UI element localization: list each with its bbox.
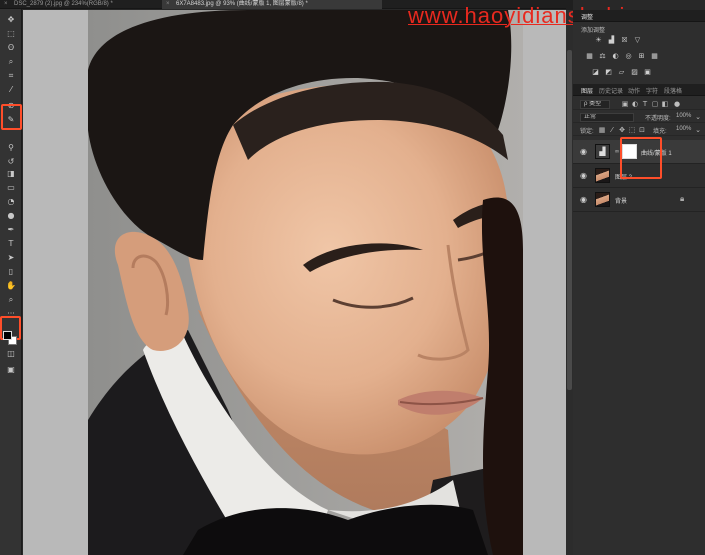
lock-paint-icon[interactable]: ⁄: [608, 126, 616, 134]
tab-character[interactable]: 字符: [646, 86, 658, 95]
blend-mode-select[interactable]: 正常: [580, 113, 634, 122]
eyedropper-tool[interactable]: ⁄: [4, 85, 18, 95]
close-tab-icon[interactable]: ×: [4, 0, 8, 8]
adjustment-icon[interactable]: ◎: [624, 52, 633, 60]
pixel-filter-icon[interactable]: ▣: [621, 100, 629, 108]
portrait-image: [88, 10, 523, 555]
adjustment-icon[interactable]: ▦: [650, 52, 659, 60]
lock-all-icon[interactable]: ⊡: [638, 126, 646, 134]
marquee-tool[interactable]: ⬚: [4, 29, 18, 39]
quick-mask-tool[interactable]: ◫: [4, 349, 18, 359]
adjustments-panel-header: 调整: [573, 10, 705, 22]
tab-paragraph[interactable]: 段落格: [664, 86, 682, 95]
layer-mask-highlight: [620, 137, 662, 179]
pen-tool[interactable]: ✒: [4, 225, 18, 235]
lock-pixels-icon[interactable]: ▦: [598, 126, 606, 134]
eraser-tool[interactable]: ◨: [4, 169, 18, 179]
tool-bar: ✥ ⬚ ʘ ⌕ ⌗ ⁄ ⊘ ✎ ⚲ ↺ ◨ ▭ ◔ ● ✒ T ➤ ▯ ✋ ⌕ ··· ◫ ▣: [0, 9, 22, 555]
lasso-tool[interactable]: ʘ: [4, 43, 18, 53]
opacity-label: 不透明度:: [645, 116, 671, 122]
layers-panel-header: 图层 历史记录 动作 字符 段落格: [573, 84, 705, 96]
history-brush-tool[interactable]: ↺: [4, 157, 18, 167]
adjustment-icon[interactable]: ◩: [604, 68, 613, 76]
lock-icon: 🔒︎: [680, 194, 685, 203]
adjustment-icon[interactable]: ▦: [585, 52, 594, 60]
smart-object-filter-icon[interactable]: ◧: [661, 100, 669, 108]
lock-position-icon[interactable]: ✥: [618, 126, 626, 134]
layer-name: 背景: [615, 199, 628, 205]
adjustment-icon[interactable]: ☒: [620, 36, 629, 44]
adjustment-icon[interactable]: ⊞: [637, 52, 646, 60]
visibility-eye-icon[interactable]: ◉: [580, 147, 587, 156]
canvas-area[interactable]: [23, 10, 566, 555]
hand-tool[interactable]: ✋: [4, 281, 18, 291]
gradient-tool[interactable]: ▭: [4, 183, 18, 193]
blur-tool[interactable]: ◔: [4, 197, 18, 207]
layer-thumbnail: [595, 192, 610, 207]
visibility-eye-icon[interactable]: ◉: [580, 195, 587, 204]
lock-row: 锁定: ▦ ⁄ ✥ ⬚ ⊡ 填充: 100% ⌄: [573, 124, 705, 136]
path-select-tool[interactable]: ➤: [4, 253, 18, 263]
type-tool[interactable]: T: [4, 239, 18, 249]
visibility-eye-icon[interactable]: ◉: [580, 171, 587, 180]
blend-row: 正常 不透明度: 100% ⌄: [573, 111, 705, 123]
canvas-scrollbar[interactable]: [566, 10, 573, 555]
adjustment-icon[interactable]: ▣: [643, 68, 652, 76]
brush-tool-highlight: [1, 104, 22, 130]
move-tool[interactable]: ✥: [4, 15, 18, 25]
adjustment-icon[interactable]: ⚖: [598, 52, 607, 60]
opacity-dropdown-icon[interactable]: ⌄: [694, 113, 702, 121]
shape-filter-icon[interactable]: ▢: [651, 100, 659, 108]
quick-select-tool[interactable]: ⌕: [4, 57, 18, 67]
foreground-color-swatch[interactable]: [3, 331, 12, 340]
clone-stamp-tool[interactable]: ⚲: [4, 143, 18, 153]
adjustment-filter-icon[interactable]: ◐: [631, 100, 639, 108]
document-tab-title: 6X7A8483.jpg @ 93% (曲线/蒙版 1, 图层蒙版/8) *: [176, 1, 308, 7]
add-adjustment-label: 添加调整: [581, 28, 606, 34]
adjustment-icon[interactable]: ◪: [591, 68, 600, 76]
type-filter-icon[interactable]: T: [641, 100, 649, 108]
adjustment-icon[interactable]: ▨: [630, 68, 639, 76]
opacity-value[interactable]: 100%: [676, 113, 691, 119]
layer-background[interactable]: ◉ 背景 🔒︎: [573, 188, 705, 212]
screen-mode-tool[interactable]: ▣: [4, 365, 18, 375]
scrollbar-thumb[interactable]: [567, 50, 572, 390]
document-tab-title: DSC_2879 (2).jpg @ 234%(RGB/8) *: [14, 1, 113, 7]
layer-kind-filter[interactable]: ρ 类型: [580, 100, 610, 109]
fill-dropdown-icon[interactable]: ⌄: [694, 126, 702, 134]
lock-artboard-icon[interactable]: ⬚: [628, 126, 636, 134]
portrait-photo[interactable]: [88, 10, 523, 555]
adjustment-icon[interactable]: ☀: [594, 36, 603, 44]
right-panel-dock: 调整 添加调整 ☀ ▟ ☒ ▽ ▦ ⚖ ◐ ◎ ⊞ ▦ ◪ ◩ ▱ ▨ ▣ 图层 历史记录 动作 字符 段落…: [573, 10, 705, 555]
fill-label: 填充:: [653, 129, 667, 135]
layer-filter-row: ρ 类型 ▣ ◐ T ▢ ◧ ●: [573, 98, 705, 110]
tab-layers[interactable]: 图层: [581, 86, 593, 95]
dodge-tool[interactable]: ●: [4, 211, 18, 221]
tab-adjustments[interactable]: 调整: [581, 12, 593, 21]
adjustment-icon[interactable]: ▽: [633, 36, 642, 44]
zoom-tool[interactable]: ⌕: [4, 295, 18, 305]
shape-tool[interactable]: ▯: [4, 267, 18, 277]
fill-value[interactable]: 100%: [676, 126, 691, 132]
adjustment-icon[interactable]: ◐: [611, 52, 620, 60]
crop-tool[interactable]: ⌗: [4, 71, 18, 81]
adjustment-icon[interactable]: ▟: [607, 36, 616, 44]
tab-history[interactable]: 历史记录: [599, 86, 623, 95]
layer-thumbnail: [595, 168, 610, 183]
curves-adjustment-icon: ▟: [595, 144, 610, 159]
lock-label: 锁定:: [580, 129, 594, 135]
adjustment-icon[interactable]: ▱: [617, 68, 626, 76]
tab-actions[interactable]: 动作: [628, 86, 640, 95]
document-tab-1[interactable]: × DSC_2879 (2).jpg @ 234%(RGB/8) *: [0, 0, 162, 9]
document-tab-2[interactable]: × 6X7A8483.jpg @ 93% (曲线/蒙版 1, 图层蒙版/8) *: [162, 0, 382, 9]
filter-toggle-icon[interactable]: ●: [673, 100, 681, 108]
adjustments-panel: 添加调整 ☀ ▟ ☒ ▽ ▦ ⚖ ◐ ◎ ⊞ ▦ ◪ ◩ ▱ ▨ ▣: [573, 22, 705, 84]
close-tab-icon[interactable]: ×: [166, 0, 170, 8]
